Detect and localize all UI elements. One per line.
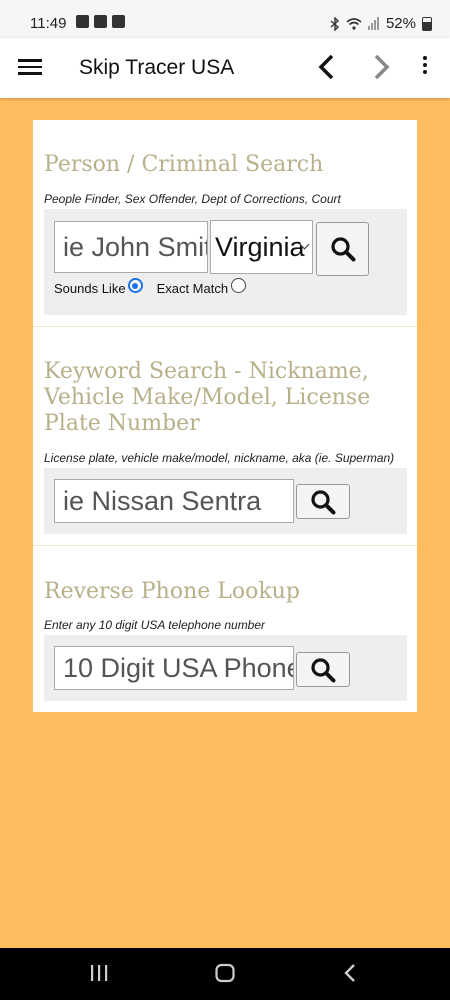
search-icon <box>311 489 336 514</box>
radio-sounds-like[interactable] <box>127 278 143 293</box>
keyword-search-title: Keyword Search - Nickname, Vehicle Make/… <box>44 359 371 436</box>
status-right: 52% <box>330 15 432 32</box>
radio-exact-match[interactable] <box>231 278 247 293</box>
recents-icon[interactable] <box>89 962 109 984</box>
radio-label-exact-match: Exact Match <box>156 281 229 296</box>
notification-icons <box>76 15 125 28</box>
notification-s-icon <box>76 15 89 28</box>
phone-search-section: Reverse Phone Lookup Enter any 10 digit … <box>33 546 417 712</box>
battery-percent: 52% <box>385 15 416 32</box>
wifi-icon <box>346 18 362 30</box>
keyword-search-subtitle: License plate, vehicle make/model, nickn… <box>44 451 395 465</box>
state-select-value: Virginia <box>215 232 305 262</box>
keyword-search-button[interactable] <box>296 484 350 519</box>
phone-search-title: Reverse Phone Lookup <box>44 579 300 604</box>
home-icon[interactable] <box>214 962 236 984</box>
status-bar: 11:49 52% <box>0 0 450 38</box>
forward-arrow-icon[interactable] <box>366 52 396 82</box>
search-card: Person / Criminal Search People Finder, … <box>33 120 417 712</box>
person-search-button[interactable] <box>316 222 369 276</box>
state-select[interactable]: Virginia <box>210 220 313 274</box>
app-bar: Skip Tracer USA <box>0 38 450 98</box>
phone-search-button[interactable] <box>296 652 350 687</box>
status-time: 11:49 <box>30 15 67 32</box>
radio-label-sounds-like: Sounds Like <box>54 281 126 296</box>
person-search-section: Person / Criminal Search People Finder, … <box>33 120 417 326</box>
back-icon[interactable] <box>342 962 358 984</box>
system-nav-bar <box>0 948 450 1000</box>
keyword-search-well: ie Nissan Sentra <box>44 468 407 534</box>
phone-search-well: 10 Digit USA Phone <box>44 635 407 701</box>
person-search-subtitle: People Finder, Sex Offender, Dept of Cor… <box>44 192 341 206</box>
search-icon <box>330 237 355 262</box>
app-title: Skip Tracer USA <box>79 56 235 79</box>
keyword-search-section: Keyword Search - Nickname, Vehicle Make/… <box>33 327 417 545</box>
name-search-input[interactable]: ie John Smith <box>54 221 208 273</box>
phone-search-subtitle: Enter any 10 digit USA telephone number <box>44 618 266 632</box>
notification-image-icon <box>112 15 125 28</box>
more-vert-icon[interactable] <box>418 56 432 80</box>
phone-search-input[interactable]: 10 Digit USA Phone <box>54 646 294 690</box>
back-arrow-icon[interactable] <box>312 52 342 82</box>
search-icon <box>311 657 336 682</box>
menu-icon[interactable] <box>18 56 42 80</box>
signal-icon <box>367 17 379 30</box>
battery-icon <box>422 16 432 31</box>
person-search-well: ie John Smith Virginia Sounds Like Exact… <box>44 209 407 315</box>
person-search-title: Person / Criminal Search <box>44 152 324 177</box>
match-mode-group: Sounds Like Exact Match <box>54 278 247 296</box>
keyword-search-input[interactable]: ie Nissan Sentra <box>54 479 294 523</box>
notification-hand-icon <box>94 15 107 28</box>
bluetooth-icon <box>330 16 339 31</box>
